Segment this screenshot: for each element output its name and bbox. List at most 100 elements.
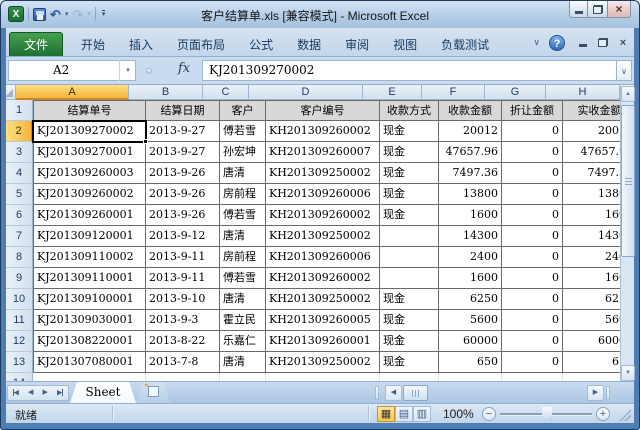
- column-header-C[interactable]: C: [203, 85, 249, 100]
- tab-view[interactable]: 视图: [381, 34, 429, 56]
- cell-A8[interactable]: KJ201309110002: [33, 247, 146, 268]
- row-header-13[interactable]: 13: [6, 352, 33, 373]
- cell-A5[interactable]: KJ201309260002: [33, 184, 146, 205]
- cell-H3[interactable]: 47657.96: [563, 142, 620, 163]
- cell-H9[interactable]: 1600: [563, 268, 620, 289]
- cell-D11[interactable]: KH201309260005: [266, 310, 380, 331]
- cell-C6[interactable]: 傅若雪: [220, 205, 266, 226]
- save-icon[interactable]: [33, 8, 46, 21]
- cell-F9[interactable]: 1600: [439, 268, 502, 289]
- cell-H10[interactable]: 6250: [563, 289, 620, 310]
- first-sheet-icon[interactable]: ◀: [13, 389, 19, 397]
- cell-B12[interactable]: 2013-8-22: [146, 331, 220, 352]
- cell-E1[interactable]: 收款方式: [380, 100, 439, 121]
- column-header-G[interactable]: G: [485, 85, 546, 100]
- page-layout-view-icon[interactable]: ▤: [395, 406, 413, 422]
- cell-B10[interactable]: 2013-9-10: [146, 289, 220, 310]
- formula-bar-splitter[interactable]: fx: [138, 60, 202, 81]
- cell-D9[interactable]: KH201309260002: [266, 268, 380, 289]
- tab-file[interactable]: 文件: [9, 32, 63, 56]
- minimize-button[interactable]: [569, 1, 588, 18]
- normal-view-icon[interactable]: ▦: [377, 406, 395, 422]
- tab-formulas[interactable]: 公式: [237, 34, 285, 56]
- resize-grip[interactable]: [619, 409, 631, 421]
- close-button[interactable]: ×: [607, 1, 631, 18]
- cell-G7[interactable]: 0: [502, 226, 563, 247]
- cell-D1[interactable]: 客户编号: [266, 100, 380, 121]
- cell-E6[interactable]: 现金: [380, 205, 439, 226]
- cell-E10[interactable]: 现金: [380, 289, 439, 310]
- cell-G14[interactable]: [502, 373, 563, 381]
- select-all-corner[interactable]: [6, 85, 16, 100]
- last-sheet-icon[interactable]: ▶: [57, 389, 63, 397]
- row-header-3[interactable]: 3: [6, 142, 33, 163]
- cell-A14[interactable]: [33, 373, 146, 381]
- cell-A7[interactable]: KJ201309120001: [33, 226, 146, 247]
- cell-H11[interactable]: 5600: [563, 310, 620, 331]
- cell-H8[interactable]: 2400: [563, 247, 620, 268]
- cell-B5[interactable]: 2013-9-26: [146, 184, 220, 205]
- cell-G2[interactable]: 0: [502, 121, 563, 142]
- cell-D3[interactable]: KH201309260007: [266, 142, 380, 163]
- cell-F5[interactable]: 13800: [439, 184, 502, 205]
- page-break-view-icon[interactable]: ▥: [413, 406, 431, 422]
- cell-H5[interactable]: 13800: [563, 184, 620, 205]
- cell-C4[interactable]: 唐清: [220, 163, 266, 184]
- cell-G10[interactable]: 0: [502, 289, 563, 310]
- cell-H13[interactable]: 650: [563, 352, 620, 373]
- column-header-H[interactable]: H: [546, 85, 620, 100]
- cell-B4[interactable]: 2013-9-26: [146, 163, 220, 184]
- cell-G8[interactable]: 0: [502, 247, 563, 268]
- cell-F1[interactable]: 收款金额: [439, 100, 502, 121]
- cell-G3[interactable]: 0: [502, 142, 563, 163]
- cell-E14[interactable]: [380, 373, 439, 381]
- formula-input[interactable]: KJ201309270002: [202, 60, 618, 81]
- cell-A10[interactable]: KJ201309100001: [33, 289, 146, 310]
- column-header-E[interactable]: E: [363, 85, 422, 100]
- cell-E8[interactable]: [380, 247, 439, 268]
- tab-review[interactable]: 审阅: [333, 34, 381, 56]
- row-header-12[interactable]: 12: [6, 331, 33, 352]
- cell-E12[interactable]: 现金: [380, 331, 439, 352]
- cell-C5[interactable]: 房前程: [220, 184, 266, 205]
- cell-D8[interactable]: KH201309260006: [266, 247, 380, 268]
- cell-C12[interactable]: 乐嘉仁: [220, 331, 266, 352]
- undo-dropdown-icon[interactable]: ▾: [65, 10, 69, 18]
- cell-G12[interactable]: 0: [502, 331, 563, 352]
- tab-data[interactable]: 数据: [285, 34, 333, 56]
- cell-F7[interactable]: 14300: [439, 226, 502, 247]
- cell-E9[interactable]: [380, 268, 439, 289]
- tab-split-handle[interactable]: [375, 386, 379, 400]
- cell-A12[interactable]: KJ201308220001: [33, 331, 146, 352]
- restore-button[interactable]: [588, 1, 607, 18]
- help-icon[interactable]: ?: [549, 35, 565, 51]
- cell-C10[interactable]: 唐清: [220, 289, 266, 310]
- insert-function-icon[interactable]: fx: [178, 61, 190, 76]
- cell-A9[interactable]: KJ201309110001: [33, 268, 146, 289]
- cell-H4[interactable]: 7497.36: [563, 163, 620, 184]
- cell-A1[interactable]: 结算单号: [33, 100, 146, 121]
- cell-D5[interactable]: KH201309260006: [266, 184, 380, 205]
- cell-B7[interactable]: 2013-9-12: [146, 226, 220, 247]
- cell-F10[interactable]: 6250: [439, 289, 502, 310]
- cell-G9[interactable]: 0: [502, 268, 563, 289]
- workbook-minimize-button[interactable]: [576, 36, 590, 50]
- zoom-out-icon[interactable]: −: [482, 407, 496, 421]
- column-header-B[interactable]: B: [129, 85, 203, 100]
- workbook-restore-button[interactable]: [596, 36, 610, 50]
- cell-F6[interactable]: 1600: [439, 205, 502, 226]
- cell-E3[interactable]: 现金: [380, 142, 439, 163]
- row-header-1[interactable]: 1: [6, 100, 33, 121]
- cell-C13[interactable]: 唐清: [220, 352, 266, 373]
- cell-C14[interactable]: [220, 373, 266, 381]
- cell-A11[interactable]: KJ201309030001: [33, 310, 146, 331]
- cell-C1[interactable]: 客户: [220, 100, 266, 121]
- cell-D6[interactable]: KH201309260002: [266, 205, 380, 226]
- scroll-left-icon[interactable]: ◀: [385, 385, 402, 401]
- undo-icon[interactable]: ↶: [50, 8, 61, 21]
- expand-formula-bar-icon[interactable]: ∨: [616, 60, 632, 81]
- name-box-dropdown-icon[interactable]: ▾: [119, 60, 136, 81]
- tab-load-test[interactable]: 负载测试: [429, 34, 501, 56]
- cell-F14[interactable]: [439, 373, 502, 381]
- cell-F11[interactable]: 5600: [439, 310, 502, 331]
